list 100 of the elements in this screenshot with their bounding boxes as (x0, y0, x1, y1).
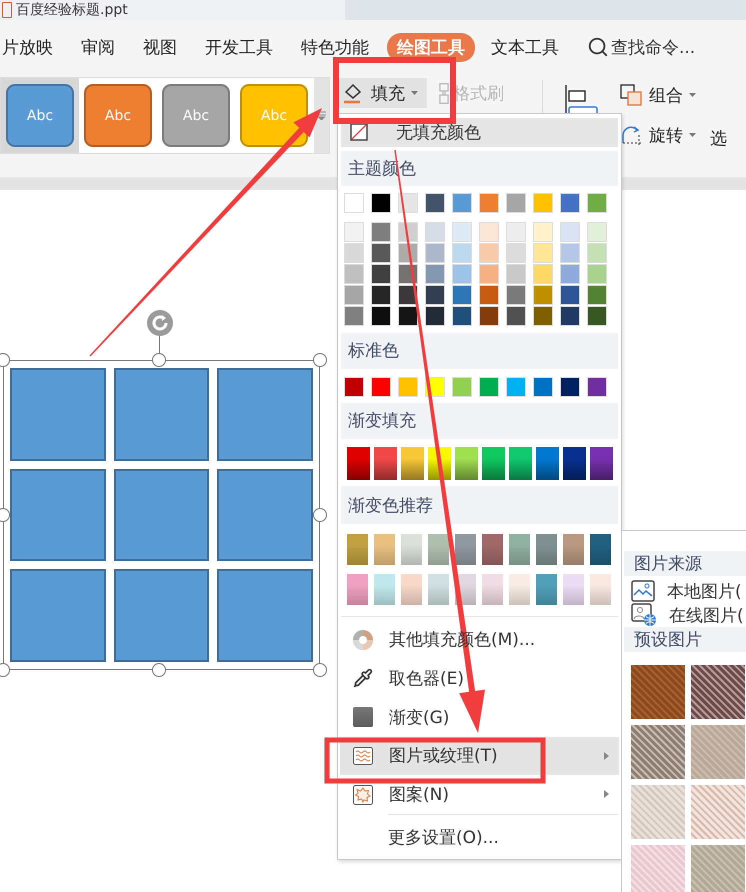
menu-item[interactable]: 图案(N) (340, 775, 619, 814)
menu-item[interactable]: 更多设置(O)... (338, 815, 621, 859)
color-swatch[interactable] (398, 192, 418, 213)
color-swatch[interactable] (344, 376, 364, 397)
color-swatch[interactable] (533, 306, 553, 326)
color-swatch[interactable] (344, 192, 364, 213)
color-swatch[interactable] (506, 222, 526, 242)
gradient-swatch[interactable] (563, 574, 584, 606)
search-command[interactable]: 查找命令... (587, 36, 696, 58)
gradient-swatch[interactable] (428, 574, 449, 606)
gradient-swatch[interactable] (590, 534, 611, 566)
no-fill-item[interactable]: 无填充颜色 (341, 118, 618, 147)
color-swatch[interactable] (398, 306, 418, 326)
gradient-swatch[interactable] (536, 534, 557, 566)
color-swatch[interactable] (560, 192, 580, 213)
color-swatch[interactable] (371, 264, 391, 284)
color-swatch[interactable] (587, 284, 607, 305)
gradient-swatch[interactable] (482, 574, 503, 606)
color-swatch[interactable] (479, 222, 499, 242)
color-swatch[interactable] (425, 192, 445, 213)
color-swatch[interactable] (344, 306, 364, 326)
texture-swatch[interactable] (631, 665, 685, 719)
color-swatch[interactable] (560, 284, 580, 305)
gradient-swatch[interactable] (509, 534, 530, 566)
gradient-swatch[interactable] (563, 534, 584, 566)
gradient-swatch[interactable] (563, 447, 586, 480)
rotate-handle[interactable] (146, 309, 174, 337)
gradient-swatch[interactable] (455, 447, 478, 480)
gradient-swatch[interactable] (482, 447, 505, 480)
gradient-swatch[interactable] (509, 574, 530, 606)
gradient-swatch[interactable] (347, 574, 368, 606)
fill-button[interactable]: 填充 (338, 78, 427, 108)
color-swatch[interactable] (479, 306, 499, 326)
texture-swatch[interactable] (691, 725, 745, 779)
resize-handle[interactable] (0, 663, 10, 677)
color-swatch[interactable] (452, 306, 472, 326)
select-button[interactable]: 选 (710, 127, 727, 150)
color-swatch[interactable] (398, 222, 418, 242)
gradient-swatch[interactable] (482, 534, 503, 566)
texture-swatch[interactable] (691, 665, 745, 719)
resize-handle[interactable] (313, 663, 327, 677)
color-swatch[interactable] (587, 242, 607, 263)
submenu-item[interactable]: 本地图片( (622, 579, 746, 604)
rectangle-shape[interactable] (114, 468, 210, 562)
color-swatch[interactable] (344, 242, 364, 263)
color-swatch[interactable] (560, 306, 580, 326)
color-swatch[interactable] (398, 376, 418, 397)
color-swatch[interactable] (452, 192, 472, 213)
color-swatch[interactable] (587, 222, 607, 242)
color-swatch[interactable] (533, 192, 553, 213)
gallery-more-button[interactable] (314, 78, 329, 153)
menu-tab[interactable]: 开发工具 (195, 32, 283, 62)
menu-tab[interactable]: 审阅 (71, 32, 125, 62)
color-swatch[interactable] (479, 264, 499, 284)
resize-handle[interactable] (152, 353, 166, 367)
color-swatch[interactable] (479, 376, 499, 397)
color-swatch[interactable] (506, 192, 526, 213)
texture-swatch[interactable] (631, 845, 685, 892)
gradient-swatch[interactable] (455, 534, 476, 566)
color-swatch[interactable] (425, 242, 445, 263)
color-swatch[interactable] (425, 284, 445, 305)
texture-swatch[interactable] (691, 785, 745, 839)
color-swatch[interactable] (371, 284, 391, 305)
resize-handle[interactable] (152, 663, 166, 677)
color-swatch[interactable] (560, 376, 580, 397)
color-swatch[interactable] (371, 222, 391, 242)
color-swatch[interactable] (587, 192, 607, 213)
menu-tab[interactable]: 片放映 (0, 32, 63, 62)
color-swatch[interactable] (479, 242, 499, 263)
color-swatch[interactable] (425, 264, 445, 284)
resize-handle[interactable] (0, 508, 10, 522)
color-swatch[interactable] (479, 284, 499, 305)
color-swatch[interactable] (506, 306, 526, 326)
color-swatch[interactable] (344, 222, 364, 242)
menu-item[interactable]: 取色器(E) (340, 658, 619, 698)
color-swatch[interactable] (506, 242, 526, 263)
color-swatch[interactable] (506, 264, 526, 284)
gradient-swatch[interactable] (374, 534, 395, 566)
color-swatch[interactable] (560, 242, 580, 263)
color-swatch[interactable] (371, 306, 391, 326)
gradient-swatch[interactable] (401, 534, 422, 566)
gradient-swatch[interactable] (347, 447, 370, 480)
color-swatch[interactable] (371, 192, 391, 213)
color-swatch[interactable] (371, 376, 391, 397)
menu-tab[interactable]: 特色功能 (291, 32, 379, 62)
color-swatch[interactable] (560, 222, 580, 242)
color-swatch[interactable] (371, 242, 391, 263)
color-swatch[interactable] (587, 264, 607, 284)
color-swatch[interactable] (587, 306, 607, 326)
color-swatch[interactable] (425, 222, 445, 242)
color-swatch[interactable] (452, 264, 472, 284)
gradient-swatch[interactable] (536, 447, 559, 480)
color-swatch[interactable] (587, 376, 607, 397)
document-tab[interactable]: 百度经验标题.ppt (0, 0, 345, 20)
color-swatch[interactable] (533, 222, 553, 242)
resize-handle[interactable] (0, 353, 10, 367)
gradient-swatch[interactable] (590, 574, 611, 606)
gradient-swatch[interactable] (374, 574, 395, 606)
gradient-swatch[interactable] (401, 574, 422, 606)
color-swatch[interactable] (533, 242, 553, 263)
